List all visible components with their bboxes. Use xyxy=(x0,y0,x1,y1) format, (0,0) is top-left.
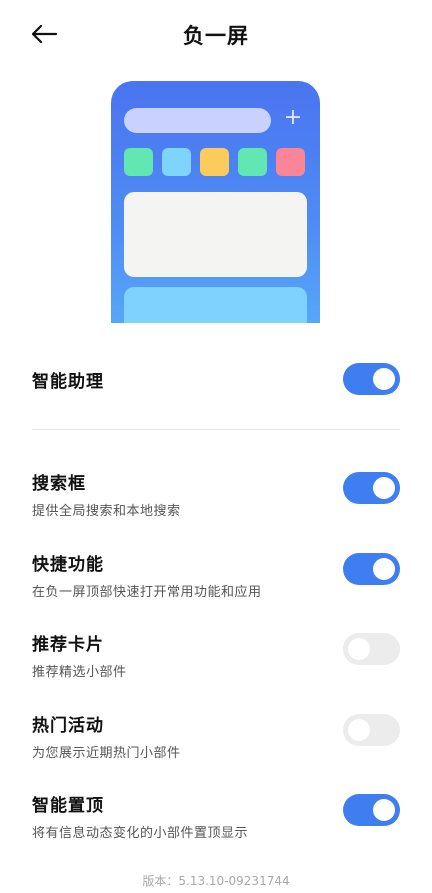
setting-row-smart-assistant: 智能助理 xyxy=(32,362,402,396)
smart-pin-toggle[interactable] xyxy=(343,794,400,826)
divider xyxy=(32,429,400,430)
preview-search-bar xyxy=(124,108,271,133)
search-box-toggle[interactable] xyxy=(343,472,400,504)
recommended-cards-toggle[interactable] xyxy=(343,633,400,665)
toggle-knob xyxy=(373,558,395,580)
preview-tile xyxy=(238,148,267,176)
setting-row-search-box: 搜索框 提供全局搜索和本地搜索 xyxy=(32,469,402,519)
setting-subtitle: 提供全局搜索和本地搜索 xyxy=(32,504,181,519)
toggle-knob xyxy=(348,719,370,741)
page-title: 负一屏 xyxy=(183,24,249,48)
setting-row-recommended-cards: 推荐卡片 推荐精选小部件 xyxy=(32,630,402,680)
preview-tile xyxy=(276,148,305,176)
quick-functions-toggle[interactable] xyxy=(343,553,400,585)
hot-events-toggle[interactable] xyxy=(343,714,400,746)
version-text: 版本：5.13.10-09231744 xyxy=(142,874,290,888)
preview-card xyxy=(124,287,307,323)
toggle-knob xyxy=(373,368,395,390)
setting-row-smart-pin: 智能置顶 将有信息动态变化的小部件置顶显示 xyxy=(32,791,402,841)
setting-subtitle: 为您展示近期热门小部件 xyxy=(32,746,181,761)
preview-card xyxy=(124,192,307,277)
setting-row-quick-functions: 快捷功能 在负一屏顶部快速打开常用功能和应用 xyxy=(32,550,402,600)
preview-illustration: + xyxy=(111,81,320,323)
setting-subtitle: 推荐精选小部件 xyxy=(32,665,127,680)
preview-tile xyxy=(124,148,153,176)
smart-assistant-toggle[interactable] xyxy=(343,363,400,395)
setting-row-hot-events: 热门活动 为您展示近期热门小部件 xyxy=(32,711,402,761)
preview-tile xyxy=(162,148,191,176)
plus-icon: + xyxy=(283,105,303,130)
toggle-knob xyxy=(373,477,395,499)
setting-subtitle: 在负一屏顶部快速打开常用功能和应用 xyxy=(32,585,262,600)
toggle-knob xyxy=(348,638,370,660)
preview-tiles xyxy=(124,148,305,176)
header: 负一屏 xyxy=(0,0,432,70)
setting-subtitle: 将有信息动态变化的小部件置顶显示 xyxy=(32,826,249,841)
toggle-knob xyxy=(373,799,395,821)
preview-tile xyxy=(200,148,229,176)
